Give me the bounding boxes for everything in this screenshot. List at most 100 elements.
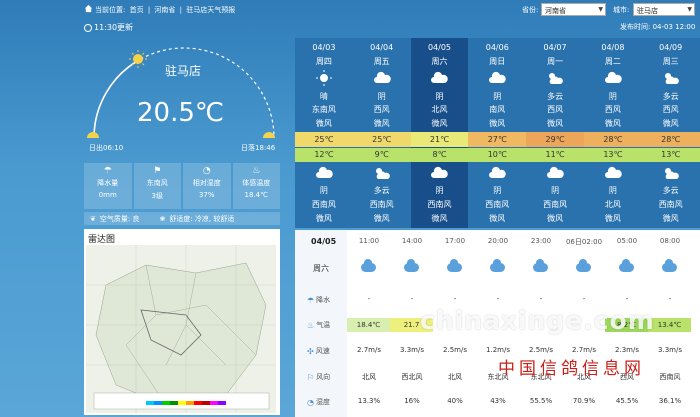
hour-time: 08:00 bbox=[659, 237, 681, 245]
night-condition: 多云 bbox=[373, 186, 390, 195]
day-weekday: 周二 bbox=[604, 57, 621, 66]
low-temp: 13℃ bbox=[584, 148, 642, 162]
low-temp: 9℃ bbox=[352, 148, 411, 162]
day-column[interactable]: 04/06 周日阴南风 微风 27℃ 10℃ 阴西南风 微风 bbox=[468, 38, 527, 228]
high-temp: 28℃ bbox=[584, 132, 642, 147]
hour-wind-direction: 北风 bbox=[448, 373, 462, 381]
hour-time: 11:00 bbox=[358, 237, 380, 245]
watermark-cn: 中国信鸽信息网 bbox=[498, 359, 645, 379]
day-wind-level: 微风 bbox=[431, 119, 448, 128]
day-weekday: 周六 bbox=[431, 57, 448, 66]
city-label: 城市: bbox=[613, 6, 630, 14]
comfort-icon: ❀ bbox=[159, 214, 166, 223]
high-temp: 21℃ bbox=[410, 132, 469, 147]
label-humidity-text: 湿度 bbox=[315, 398, 330, 406]
day-date: 04/03 bbox=[312, 43, 336, 52]
hour-wind-speed: 2.5m/s bbox=[529, 346, 553, 354]
day-column[interactable]: 04/08 周二阴西风 微风 28℃ 13℃ 阴北风 微风 bbox=[584, 38, 642, 228]
day-column[interactable]: 04/04 周五阴西风 微风 25℃ 9℃ 多云 西南风 微风 bbox=[352, 38, 411, 228]
cloud-icon bbox=[584, 165, 642, 181]
breadcrumb-home[interactable]: 首页 bbox=[130, 6, 144, 14]
thermometer-icon: ♨ bbox=[307, 320, 315, 330]
night-condition: 阴 bbox=[493, 186, 502, 195]
hourly-date: 04/05 bbox=[311, 237, 337, 246]
hour-rain: - bbox=[539, 295, 543, 303]
night-wind-level: 微风 bbox=[373, 214, 390, 223]
province-label: 省份: bbox=[522, 6, 539, 14]
clock-icon bbox=[84, 23, 92, 32]
hour-humidity: 43% bbox=[490, 397, 506, 405]
day-wind-level: 微风 bbox=[489, 119, 506, 128]
hour-wind-speed: 2.3m/s bbox=[615, 346, 639, 354]
hour-time: 14:00 bbox=[401, 237, 423, 245]
day-wind-level: 微风 bbox=[604, 119, 621, 128]
day-condition: 晴 bbox=[319, 92, 328, 101]
day-column[interactable]: 04/05 周六阴北风 微风 21℃ 8℃ 阴西南风 微风 bbox=[410, 38, 469, 228]
city-name: 驻马店 bbox=[165, 64, 202, 78]
stat-label: 降水量 bbox=[97, 179, 119, 187]
breadcrumb-province[interactable]: 河南省 bbox=[154, 6, 175, 14]
day-date: 04/06 bbox=[485, 43, 509, 52]
radar-map[interactable] bbox=[86, 245, 276, 413]
hour-humidity: 13.3% bbox=[357, 397, 381, 405]
cloud-icon bbox=[533, 259, 548, 272]
night-condition: 阴 bbox=[319, 186, 328, 195]
partly-cloudy-icon bbox=[353, 165, 411, 181]
day-date: 04/05 bbox=[427, 43, 452, 52]
hour-time: 06日02:00 bbox=[565, 238, 603, 246]
night-wind: 西南风 bbox=[311, 200, 336, 209]
hour-time: 20:00 bbox=[487, 237, 509, 245]
night-wind-level: 微风 bbox=[547, 214, 564, 223]
hour-temp: 18.4℃ bbox=[347, 318, 390, 332]
night-wind-level: 微风 bbox=[604, 214, 621, 223]
sun-icon bbox=[295, 70, 353, 86]
day-condition: 阴 bbox=[493, 92, 502, 101]
droplet-icon: ◔ bbox=[307, 397, 314, 407]
cloud-icon bbox=[468, 165, 526, 181]
province-select[interactable]: 河南省 ▼ bbox=[541, 3, 606, 16]
low-temp: 8℃ bbox=[410, 148, 469, 162]
night-wind-level: 微风 bbox=[431, 214, 448, 223]
hour-humidity: 70.9% bbox=[572, 397, 596, 405]
day-wind-level: 微风 bbox=[547, 119, 564, 128]
label-temp-text: 气温 bbox=[316, 321, 331, 329]
day-column[interactable]: 04/09 周三 多云 西风 微风 28℃ 13℃ 多云 西南风 微风 bbox=[641, 38, 700, 228]
night-condition: 阴 bbox=[435, 186, 444, 195]
stat-value: 37% bbox=[198, 191, 215, 199]
sunset-time: 日落18:46 bbox=[241, 144, 276, 152]
hour-rain: - bbox=[410, 295, 414, 303]
cloud-icon bbox=[619, 259, 634, 272]
stat-value: 3级 bbox=[151, 192, 163, 200]
partly-cloudy-icon bbox=[642, 70, 700, 86]
hour-rain: - bbox=[453, 295, 457, 303]
day-column[interactable]: 04/07 周一 多云 西风 微风 29℃ 11℃ 阴西南风 微风 bbox=[526, 38, 584, 228]
stat-label: 东南风 bbox=[146, 179, 168, 187]
hour-humidity: 45.5% bbox=[615, 397, 639, 405]
city-select[interactable]: 驻马店 ▼ bbox=[633, 3, 695, 16]
cloud-icon bbox=[447, 259, 462, 272]
cloud-icon bbox=[361, 259, 376, 272]
day-condition: 多云 bbox=[547, 92, 564, 101]
cloud-icon bbox=[526, 165, 584, 181]
night-wind-level: 微风 bbox=[662, 214, 679, 223]
breadcrumb-prefix: 当前位置: bbox=[95, 6, 126, 14]
leaf-icon: ❦ bbox=[90, 214, 96, 223]
hour-wind-direction: 西北风 bbox=[401, 373, 423, 381]
wind-icon: ⚑ bbox=[153, 166, 162, 176]
label-rain-text: 降水 bbox=[316, 296, 331, 304]
watermark-en: chinaxinge.com bbox=[420, 306, 655, 335]
partly-cloudy-icon bbox=[642, 165, 700, 181]
low-temp: 13℃ bbox=[641, 148, 700, 162]
chevron-down-icon: ▼ bbox=[687, 6, 692, 13]
umbrella-icon: ☂ bbox=[307, 295, 315, 305]
day-wind: 南风 bbox=[489, 105, 506, 114]
label-wind-speed: ✣ 风速 bbox=[307, 346, 330, 356]
stat-precipitation: ☂ 降水量 0mm bbox=[84, 163, 132, 209]
night-wind: 西南风 bbox=[369, 200, 394, 209]
night-wind: 西南风 bbox=[427, 200, 452, 209]
hour-wind-direction: 北风 bbox=[362, 373, 376, 381]
radar-legend bbox=[146, 401, 226, 405]
label-humidity: ◔ 湿度 bbox=[307, 397, 330, 407]
province-select-value: 河南省 bbox=[545, 7, 566, 15]
day-column[interactable]: 04/03 周四晴东南风 微风 25℃ 12℃ 阴西南风 微风 bbox=[295, 38, 353, 228]
